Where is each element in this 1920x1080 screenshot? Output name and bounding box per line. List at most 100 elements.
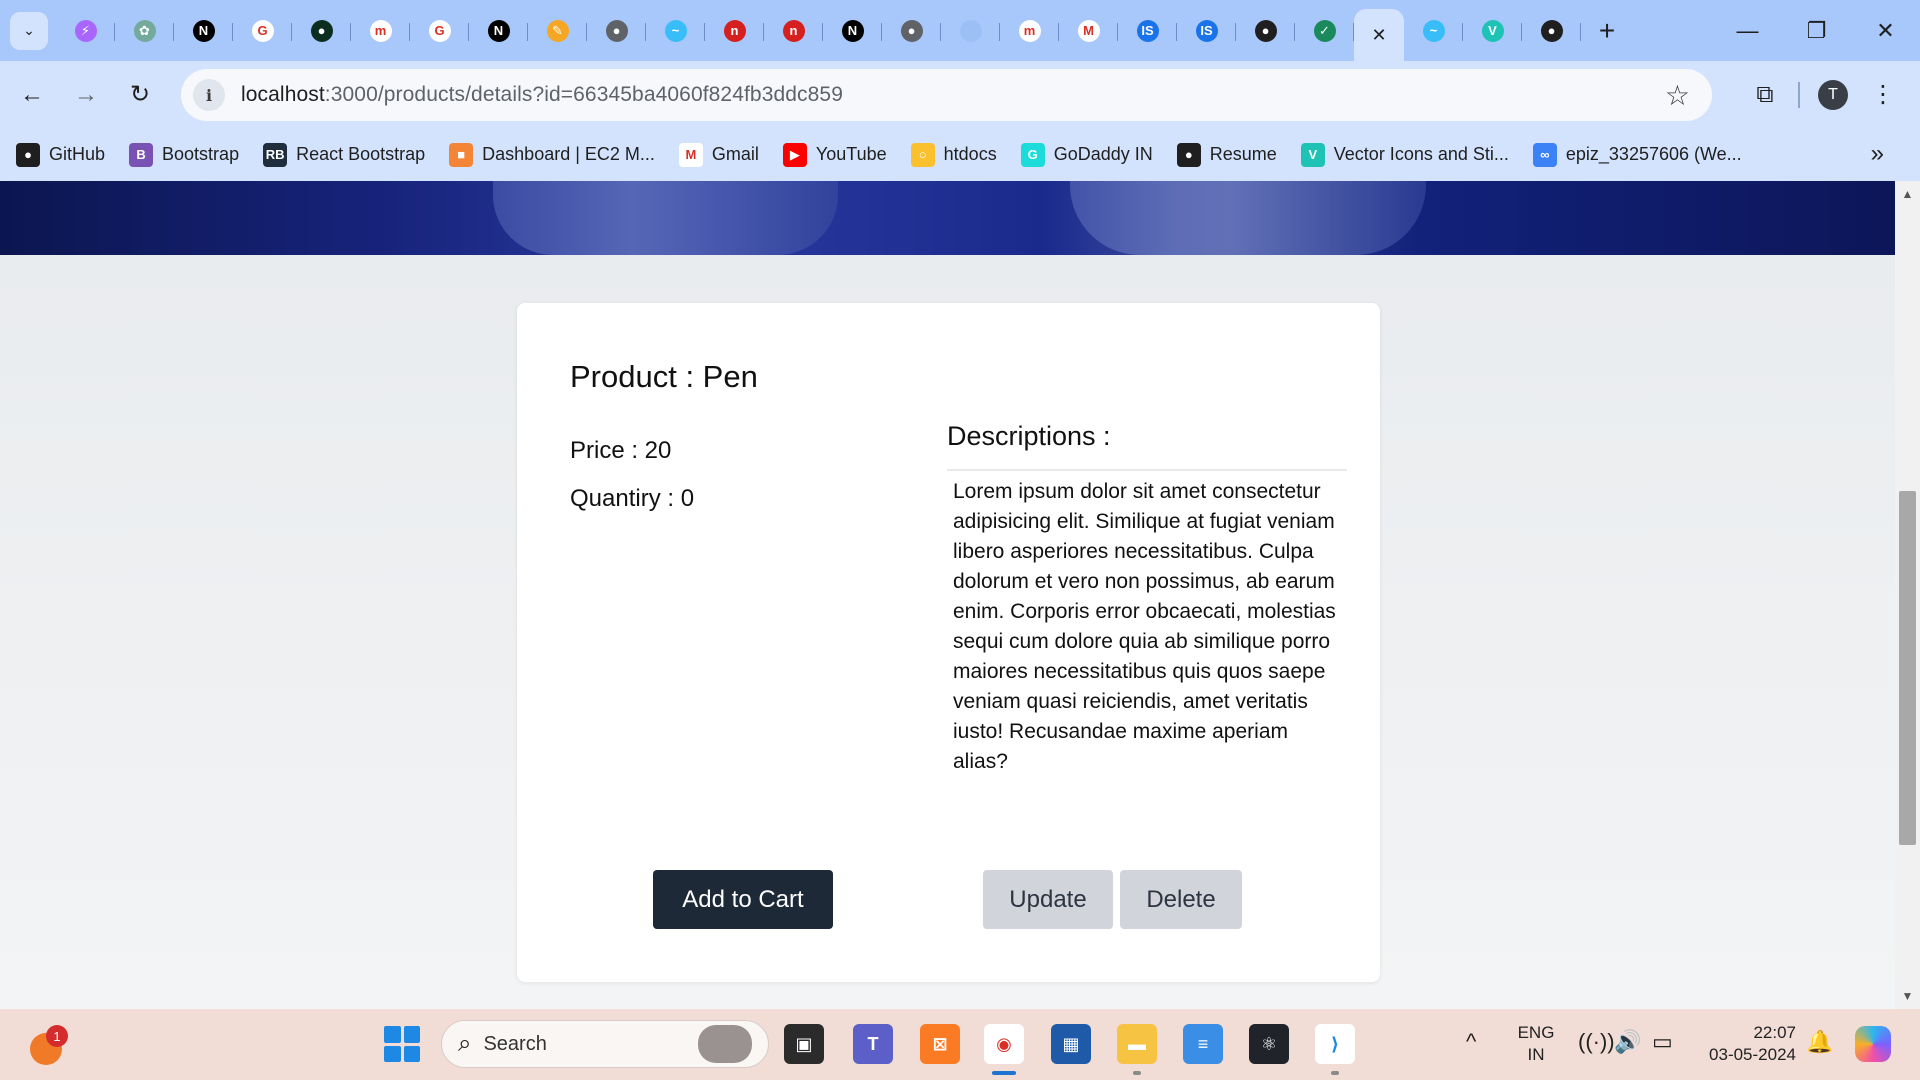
start-button[interactable] xyxy=(384,1026,420,1062)
vscode-icon[interactable]: ⟩ xyxy=(1315,1024,1355,1075)
browser-tab[interactable]: ● xyxy=(1236,9,1295,53)
close-tab-icon[interactable]: ✕ xyxy=(1371,25,1386,46)
reload-button[interactable]: ↻ xyxy=(118,73,162,117)
site-info-icon[interactable]: i xyxy=(193,79,225,111)
window-controls: — ❐ ✕ xyxy=(1713,0,1920,61)
browser-tab[interactable]: N xyxy=(469,9,528,53)
tailwind-icon: ~ xyxy=(1422,19,1445,42)
close-window-button[interactable]: ✕ xyxy=(1851,0,1920,61)
gmail-icon: M xyxy=(1077,19,1100,42)
bookmark-favicon-icon: ● xyxy=(1176,142,1201,167)
restore-button[interactable]: ❐ xyxy=(1782,0,1851,61)
chrome-icon[interactable]: ◉ xyxy=(984,1024,1024,1075)
browser-tab[interactable]: ● xyxy=(292,9,351,53)
tab-search-button[interactable]: ⌄ xyxy=(10,11,48,50)
react-devtools-icon[interactable]: ⚛ xyxy=(1249,1024,1289,1064)
product-details-card: Product : Pen Price : 20 Quantiry : 0 De… xyxy=(517,303,1380,982)
browser-tab[interactable]: G xyxy=(233,9,292,53)
notification-badge: 1 xyxy=(46,1025,68,1047)
bookmark-item[interactable]: ∞ epiz_33257606 (We... xyxy=(1532,142,1742,167)
browser-tab[interactable]: N xyxy=(823,9,882,53)
browser-tab[interactable]: ● xyxy=(1522,9,1581,53)
bookmark-favicon-icon: G xyxy=(1020,142,1045,167)
taskbar-search[interactable]: ⌕ Search xyxy=(441,1020,769,1068)
bookmark-item[interactable]: ■ Dashboard | EC2 M... xyxy=(449,142,655,167)
bookmark-item[interactable]: ▶ YouTube xyxy=(782,142,887,167)
battery-icon[interactable]: ▭ xyxy=(1652,1029,1673,1055)
browser-tab[interactable]: N xyxy=(174,9,233,53)
reload-icon: ↻ xyxy=(129,81,151,108)
notification-bell-icon[interactable]: 🔔 xyxy=(1806,1029,1833,1055)
browser-tab[interactable]: ● xyxy=(882,9,941,53)
bookmark-favicon-icon: V xyxy=(1300,142,1325,167)
copilot-icon[interactable] xyxy=(1855,1026,1891,1062)
url-text[interactable]: localhost:3000/products/details?id=66345… xyxy=(241,83,843,107)
bookmark-item[interactable]: M Gmail xyxy=(678,142,759,167)
bookmarks-overflow-icon[interactable]: » xyxy=(1871,140,1884,168)
browser-tab[interactable]: ~ xyxy=(646,9,705,53)
hero-banner-image xyxy=(0,181,1895,255)
bookmark-item[interactable]: RB React Bootstrap xyxy=(263,142,425,167)
notepad-icon[interactable]: ≡ xyxy=(1183,1024,1223,1064)
bookmark-item[interactable]: ● GitHub xyxy=(16,142,105,167)
browser-tab[interactable]: G xyxy=(410,9,469,53)
browser-tab[interactable]: ~ xyxy=(1404,9,1463,53)
browser-tab[interactable]: IS xyxy=(1118,9,1177,53)
browser-tab[interactable]: IS xyxy=(1177,9,1236,53)
new-tab-button[interactable]: + xyxy=(1587,11,1627,51)
browser-tab[interactable]: ● xyxy=(587,9,646,53)
bookmark-item[interactable]: ○ htdocs xyxy=(910,142,997,167)
browser-tab-active[interactable]: ✕ xyxy=(1354,9,1404,61)
bookmark-favicon-icon: ● xyxy=(16,142,40,167)
microsoft-store-icon[interactable]: ▦ xyxy=(1051,1024,1091,1064)
xampp-icon[interactable]: ⊠ xyxy=(920,1024,960,1064)
task-view-icon[interactable]: ▣ xyxy=(784,1024,824,1064)
product-quantity: Quantiry : 0 xyxy=(570,485,695,512)
google-icon: G xyxy=(251,19,274,42)
clock[interactable]: 22:07 03-05-2024 xyxy=(1700,1022,1796,1066)
browser-tab[interactable]: ✎ xyxy=(528,9,587,53)
chrome-menu-icon[interactable]: ⋮ xyxy=(1858,70,1908,120)
search-placeholder: Search xyxy=(483,1032,547,1055)
browser-tab[interactable]: n xyxy=(705,9,764,53)
browser-tab[interactable]: ✓ xyxy=(1295,9,1354,53)
update-button[interactable]: Update xyxy=(983,870,1113,929)
hero-decor-left xyxy=(493,181,838,255)
mongodb-icon: ● xyxy=(310,19,333,42)
bookmark-star-icon[interactable]: ☆ xyxy=(1665,79,1690,112)
browser-tab[interactable] xyxy=(941,9,1000,53)
bookmark-item[interactable]: ● Resume xyxy=(1176,142,1277,167)
browser-tab[interactable]: m xyxy=(351,9,410,53)
address-bar[interactable]: i localhost:3000/products/details?id=663… xyxy=(181,69,1712,121)
back-button[interactable]: ← xyxy=(10,73,54,117)
bookmark-item[interactable]: G GoDaddy IN xyxy=(1020,142,1153,167)
teams-icon[interactable]: T xyxy=(853,1024,893,1064)
input-language[interactable]: ENG IN xyxy=(1514,1022,1558,1066)
browser-tab[interactable]: ⚡ xyxy=(56,9,115,53)
show-hidden-icons-chevron-icon[interactable]: ^ xyxy=(1466,1029,1476,1055)
scrollbar-thumb[interactable] xyxy=(1899,491,1916,845)
browser-tab[interactable]: M xyxy=(1059,9,1118,53)
weather-widget[interactable]: 1 xyxy=(30,1025,68,1065)
file-explorer-icon[interactable]: ▬ xyxy=(1117,1024,1157,1075)
browser-tab[interactable]: ✿ xyxy=(115,9,174,53)
delete-button[interactable]: Delete xyxy=(1120,870,1242,929)
add-to-cart-button[interactable]: Add to Cart xyxy=(653,870,833,929)
browser-tab[interactable]: m xyxy=(1000,9,1059,53)
extensions-puzzle-icon[interactable]: ⧉ xyxy=(1740,70,1790,120)
bookmark-item[interactable]: V Vector Icons and Sti... xyxy=(1300,142,1509,167)
wifi-icon[interactable]: ((·)) xyxy=(1578,1029,1615,1055)
volume-icon[interactable]: 🔊 xyxy=(1614,1029,1641,1055)
forward-button[interactable]: → xyxy=(64,73,108,117)
scroll-up-arrow-icon[interactable]: ▲ xyxy=(1895,187,1920,201)
chevron-down-icon: ⌄ xyxy=(23,22,35,38)
minimize-button[interactable]: — xyxy=(1713,0,1782,61)
browser-tab[interactable]: V xyxy=(1463,9,1522,53)
search-highlight-image xyxy=(698,1025,752,1063)
bookmark-item[interactable]: B Bootstrap xyxy=(129,142,239,167)
browser-tab[interactable]: n xyxy=(764,9,823,53)
profile-button[interactable]: T xyxy=(1808,70,1858,120)
scroll-down-arrow-icon[interactable]: ▼ xyxy=(1895,989,1920,1003)
page-scrollbar[interactable]: ▲ ▼ xyxy=(1895,181,1920,1009)
descriptions-divider xyxy=(947,469,1347,471)
